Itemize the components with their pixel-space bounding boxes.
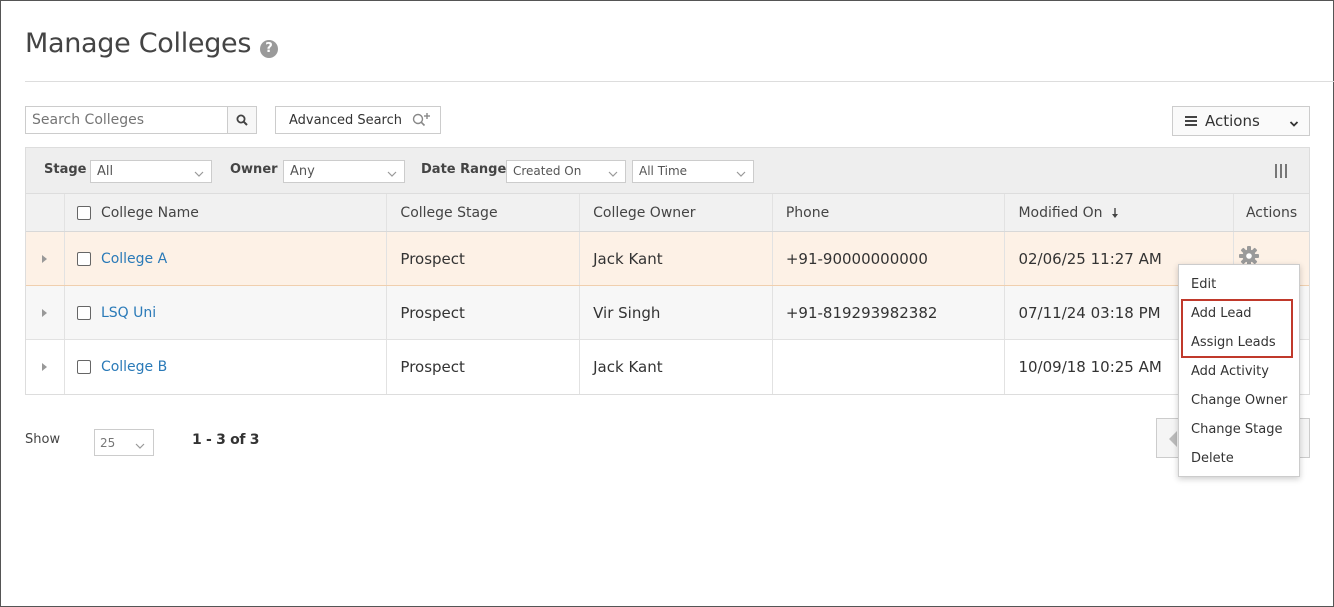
- page-title: Manage Colleges: [25, 28, 252, 59]
- phone-cell: [773, 340, 1006, 394]
- search-input[interactable]: [25, 106, 227, 134]
- college-stage-cell: Prospect: [387, 340, 581, 394]
- date-range-filter-label: Date Range: [421, 162, 507, 177]
- search-plus-icon: [412, 112, 432, 128]
- caret-right-icon: [42, 363, 48, 371]
- header-phone[interactable]: Phone: [773, 194, 1006, 231]
- row-checkbox[interactable]: [76, 305, 91, 320]
- owner-filter-value: Any: [290, 164, 315, 179]
- actions-dropdown-button[interactable]: Actions: [1172, 106, 1310, 136]
- header-modified-on[interactable]: Modified On: [1005, 194, 1235, 231]
- caret-right-icon: [42, 254, 48, 263]
- college-stage-cell: Prospect: [387, 286, 581, 339]
- help-icon[interactable]: ?: [260, 40, 278, 58]
- stage-filter-select[interactable]: All: [90, 160, 212, 183]
- chevron-down-icon: [1289, 115, 1299, 133]
- phone-cell: +91-90000000000: [773, 232, 1006, 285]
- date-field-value: Created On: [513, 164, 582, 178]
- menu-item-add-activity[interactable]: Add Activity: [1179, 357, 1299, 386]
- menu-item-change-stage[interactable]: Change Stage: [1179, 415, 1299, 444]
- expand-row-toggle[interactable]: [26, 286, 65, 339]
- phone-cell: +91-819293982382: [773, 286, 1006, 339]
- row-checkbox[interactable]: [76, 251, 91, 266]
- stage-filter-value: All: [97, 164, 114, 179]
- table-row[interactable]: College B Prospect Jack Kant 10/09/18 10…: [26, 340, 1309, 394]
- hamburger-icon: [1185, 116, 1197, 126]
- search-icon: [236, 114, 248, 126]
- menu-item-delete[interactable]: Delete: [1179, 444, 1299, 473]
- table-header-row: College Name College Stage College Owner…: [26, 194, 1309, 232]
- page-size-select[interactable]: 25: [94, 429, 154, 456]
- chevron-down-icon: [736, 167, 746, 181]
- columns-icon[interactable]: [1275, 164, 1287, 178]
- college-owner-cell: Vir Singh: [580, 286, 773, 339]
- college-name-cell: LSQ Uni: [65, 286, 388, 339]
- college-name-link[interactable]: College B: [101, 359, 167, 375]
- owner-filter-select[interactable]: Any: [283, 160, 405, 183]
- college-owner-cell: Jack Kant: [580, 232, 773, 285]
- chevron-down-icon: [387, 167, 397, 182]
- college-name-link[interactable]: LSQ Uni: [101, 305, 156, 321]
- college-stage-cell: Prospect: [387, 232, 581, 285]
- header-college-name[interactable]: College Name: [65, 194, 388, 231]
- owner-filter-label: Owner: [230, 162, 278, 177]
- search-button[interactable]: [227, 106, 257, 134]
- row-actions-menu: Edit Add Lead Assign Leads Add Activity …: [1178, 264, 1300, 477]
- college-name-link[interactable]: College A: [101, 251, 167, 267]
- filter-bar: Stage All Owner Any Date Range Created O…: [25, 147, 1310, 193]
- chevron-down-icon: [608, 167, 618, 181]
- actions-button-label: Actions: [1205, 112, 1260, 130]
- date-period-select[interactable]: All Time: [632, 160, 754, 183]
- select-all-checkbox[interactable]: [76, 205, 91, 220]
- page-size-value: 25: [100, 436, 116, 450]
- pagination-count: 1 - 3 of 3: [192, 432, 260, 448]
- menu-item-edit[interactable]: Edit: [1179, 270, 1299, 299]
- date-period-value: All Time: [639, 164, 688, 178]
- chevron-down-icon: [194, 167, 204, 182]
- menu-item-change-owner[interactable]: Change Owner: [1179, 386, 1299, 415]
- title-divider: [25, 81, 1334, 82]
- prev-page-icon[interactable]: [1169, 431, 1177, 447]
- advanced-search-button[interactable]: Advanced Search: [275, 106, 441, 134]
- table-row[interactable]: LSQ Uni Prospect Vir Singh +91-819293982…: [26, 286, 1309, 340]
- college-name-cell: College A: [65, 232, 388, 285]
- expand-row-toggle[interactable]: [26, 340, 65, 394]
- stage-filter-label: Stage: [44, 162, 87, 177]
- college-owner-cell: Jack Kant: [580, 340, 773, 394]
- chevron-down-icon: [135, 439, 145, 453]
- table-row[interactable]: College A Prospect Jack Kant +91-9000000…: [26, 232, 1309, 286]
- caret-right-icon: [42, 308, 48, 317]
- expand-header-cell: [26, 194, 65, 231]
- header-actions: Actions: [1245, 204, 1298, 221]
- row-checkbox[interactable]: [76, 360, 91, 374]
- header-college-stage[interactable]: College Stage: [387, 194, 581, 231]
- header-college-name-label: College Name: [100, 204, 199, 221]
- header-modified-on-label: Modified On: [1018, 204, 1103, 221]
- sort-descending-icon: [1111, 207, 1119, 219]
- colleges-table: College Name College Stage College Owner…: [25, 193, 1310, 395]
- college-name-cell: College B: [65, 340, 388, 394]
- advanced-search-label: Advanced Search: [289, 112, 403, 128]
- date-field-select[interactable]: Created On: [506, 160, 626, 183]
- page-size-label: Show: [25, 432, 61, 447]
- annotation-highlight-box: [1181, 299, 1293, 358]
- header-college-owner[interactable]: College Owner: [580, 194, 773, 231]
- expand-row-toggle[interactable]: [26, 232, 65, 285]
